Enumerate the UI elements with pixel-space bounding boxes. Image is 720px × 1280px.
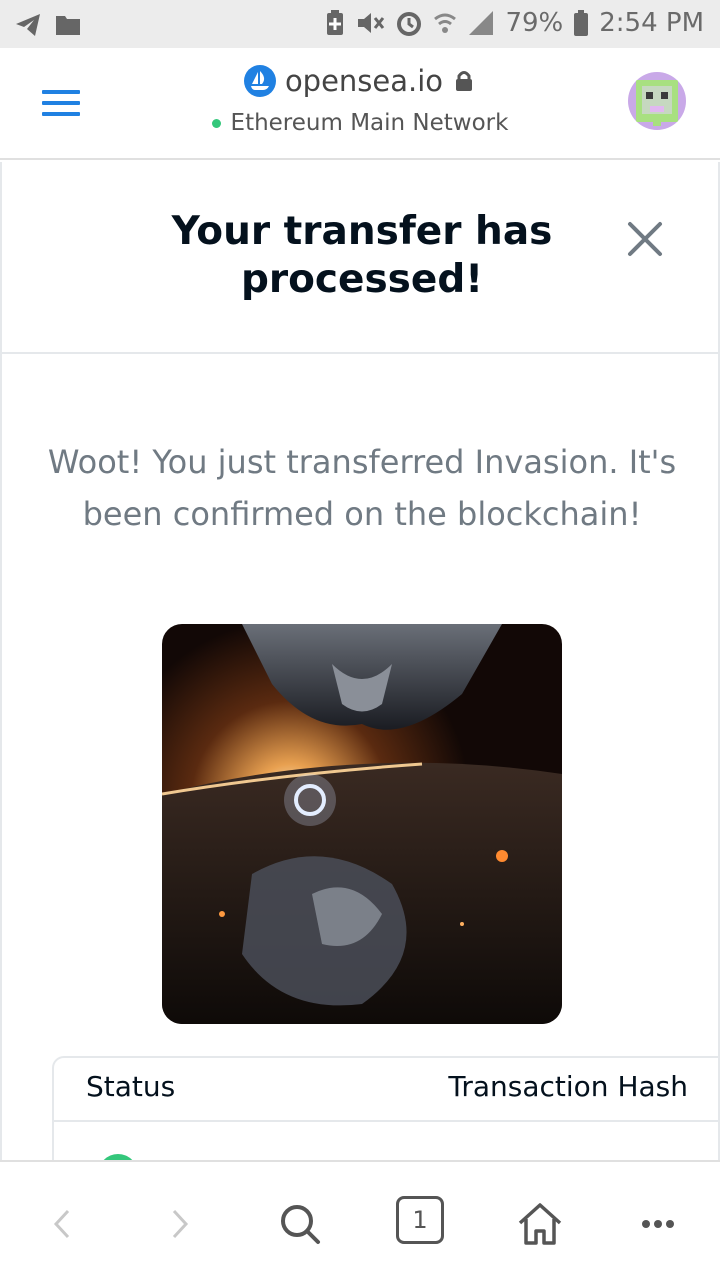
menu-line [42, 101, 80, 105]
home-button[interactable] [510, 1198, 570, 1250]
search-icon [281, 1205, 320, 1244]
close-icon[interactable] [624, 218, 666, 260]
nft-image [162, 624, 562, 1024]
clock-time: 2:54 PM [599, 8, 704, 38]
browser-bottom-bar: 1 [0, 1160, 720, 1280]
forward-button[interactable] [150, 1198, 210, 1250]
tabs-button[interactable]: 1 [396, 1196, 444, 1244]
battery-icon [574, 10, 589, 36]
network-status-dot [211, 118, 221, 128]
url-bar[interactable]: opensea.io [0, 64, 720, 98]
network-name: Ethereum Main Network [230, 110, 509, 136]
back-button[interactable] [32, 1198, 92, 1250]
avatar[interactable] [628, 72, 686, 130]
battery-percentage: 79% [505, 8, 564, 38]
confirmation-message: Woot! You just transferred Invasion. It'… [47, 443, 677, 533]
mute-icon [358, 13, 385, 33]
modal-header: Your transfer has processed! [2, 162, 718, 354]
status-bar: 79% 2:54 PM [0, 0, 720, 48]
table-header: Status Transaction Hash [54, 1058, 720, 1122]
telegram-icon [16, 14, 40, 36]
url-text: opensea.io [284, 64, 444, 98]
browser-header: opensea.io Ethereum Main Network [0, 48, 720, 160]
home-icon [518, 1203, 562, 1245]
chevron-right-icon [172, 1209, 189, 1239]
column-header-status: Status [86, 1070, 176, 1103]
search-button[interactable] [270, 1198, 330, 1250]
column-header-transaction-hash: Transaction Hash [448, 1070, 688, 1103]
signal-icon [469, 11, 494, 35]
lock-icon [456, 71, 473, 91]
network-indicator: Ethereum Main Network [0, 110, 720, 136]
status-bar-left [14, 12, 82, 38]
wifi-icon [434, 13, 457, 33]
more-horizontal-icon [642, 1220, 674, 1228]
battery-saver-icon [327, 10, 344, 35]
status-bar-right: 79% 2:54 PM [325, 8, 704, 38]
folder-icon [56, 16, 80, 35]
modal-title: Your transfer has processed! [171, 209, 553, 302]
chevron-left-icon [53, 1209, 70, 1239]
opensea-logo-icon [243, 65, 276, 97]
more-button[interactable] [628, 1198, 688, 1250]
transfer-modal: Your transfer has processed! Woot! You j… [0, 162, 720, 1196]
alarm-icon [397, 12, 422, 36]
